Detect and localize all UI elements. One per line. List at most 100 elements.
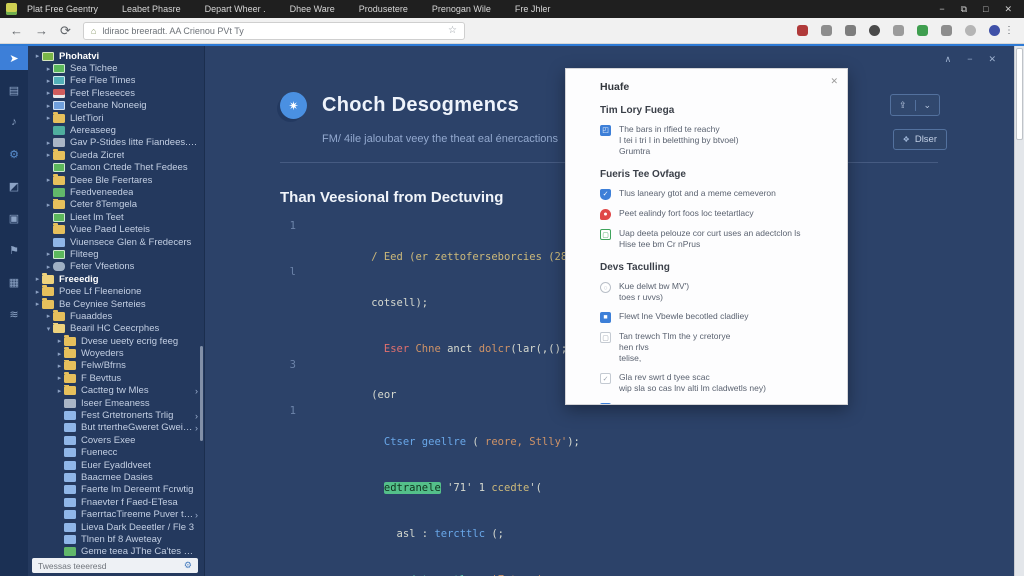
window-control-button[interactable]: − bbox=[939, 4, 944, 15]
window-control-button[interactable]: ✕ bbox=[1004, 4, 1012, 15]
activity-bar-icon[interactable]: ⚙ bbox=[0, 142, 28, 166]
tree-item[interactable]: ▸ Ceebane Noneeig bbox=[28, 100, 204, 112]
tree-item[interactable]: Vuee Paed Leeteis bbox=[28, 223, 204, 235]
closer-button[interactable]: ❖ Dlser bbox=[893, 129, 947, 150]
tree-item[interactable]: ▸ Fuaaddes bbox=[28, 310, 204, 322]
menubar-item[interactable]: Dhee Ware bbox=[290, 4, 335, 14]
popup-list-item[interactable]: ■ Flewt lne Vbewle becotled cladliey bbox=[600, 311, 833, 323]
popup-list-item[interactable]: ✓ Tlus laneary gtot and a meme cemeveron bbox=[600, 188, 833, 200]
tree-expand-arrow-icon[interactable]: ▸ bbox=[44, 65, 53, 73]
content-scrollbar[interactable] bbox=[1014, 46, 1024, 576]
activity-bar-icon[interactable]: ▦ bbox=[0, 270, 28, 294]
tree-expand-arrow-icon[interactable]: ▸ bbox=[44, 250, 53, 258]
tree-expand-arrow-icon[interactable]: ▸ bbox=[33, 52, 42, 60]
tree-item[interactable]: ▸ Felw/Bfrns bbox=[28, 360, 204, 372]
tree-scrollbar[interactable] bbox=[200, 346, 203, 441]
tree-item[interactable]: Faerte lm Dereemt Fcrwtig bbox=[28, 484, 204, 496]
tree-item[interactable]: ▸ Dvese ueety ecrig feeg bbox=[28, 335, 204, 347]
menubar-item[interactable]: Leabet Phasre bbox=[122, 4, 181, 14]
tree-expand-arrow-icon[interactable]: ▸ bbox=[44, 312, 53, 320]
tree-expand-arrow-icon[interactable]: ▸ bbox=[44, 114, 53, 122]
panel-control-icon[interactable]: − bbox=[967, 54, 972, 65]
tree-expand-arrow-icon[interactable]: ▸ bbox=[44, 102, 53, 110]
tree-expand-arrow-icon[interactable]: ▸ bbox=[55, 337, 64, 345]
browser-menu-icon[interactable]: ⋮ bbox=[1004, 25, 1014, 36]
tree-item[interactable]: Euer Eyadldveet bbox=[28, 459, 204, 471]
activity-bar-icon[interactable]: ⚑ bbox=[0, 238, 28, 262]
activity-bar-icon[interactable]: ▣ bbox=[0, 206, 28, 230]
content-scrollbar-thumb[interactable] bbox=[1016, 48, 1023, 140]
tree-item[interactable]: ▸ Freeedig bbox=[28, 273, 204, 285]
tree-item[interactable]: ▸ Gav P-Stides litte Fiandees.tns bbox=[28, 137, 204, 149]
tree-item[interactable]: ▸ Cueda Zicret bbox=[28, 149, 204, 161]
tree-item[interactable]: ▸ Be Ceyniee Serteies bbox=[28, 298, 204, 310]
tree-item[interactable]: Covers Exee bbox=[28, 434, 204, 446]
tree-expand-arrow-icon[interactable]: ▸ bbox=[55, 374, 64, 382]
window-control-button[interactable]: □ bbox=[983, 4, 988, 15]
activity-bar-icon[interactable]: ≋ bbox=[0, 302, 28, 326]
menubar-item[interactable]: Produsetere bbox=[359, 4, 408, 14]
tree-item[interactable]: Lieet lm Teet bbox=[28, 211, 204, 223]
tree-item[interactable]: Iseer Emeaness bbox=[28, 397, 204, 409]
popup-list-item[interactable]: ▢ Uap deeta pelouze cor curt uses an ade… bbox=[600, 228, 833, 250]
tree-item[interactable]: ▸ Deee Ble Feertares bbox=[28, 174, 204, 186]
tree-item[interactable]: Geme teea JThe Ca'tes Milew-Lf trretw bbox=[28, 546, 204, 558]
url-text[interactable]: ldiraoc breeradt. AA Crienou PVt Ty bbox=[102, 26, 448, 36]
tree-item[interactable]: ▸ Feet Fleseeces bbox=[28, 87, 204, 99]
tree-item[interactable]: ▸ Phohatvi bbox=[28, 50, 204, 62]
forward-button[interactable]: → bbox=[35, 24, 48, 37]
tree-item[interactable]: ▸ Fee Flee Times bbox=[28, 75, 204, 87]
popup-list-item[interactable]: ▢ Tan trewch Tlm the y cretoryehen rlvst… bbox=[600, 331, 833, 364]
share-icon[interactable]: ⇪ bbox=[891, 100, 915, 111]
tree-expand-arrow-icon[interactable]: ▸ bbox=[44, 77, 53, 85]
tree-item[interactable]: Lieva Dark Deeetler / Fle 3 bbox=[28, 521, 204, 533]
tree-expand-arrow-icon[interactable]: ▸ bbox=[33, 288, 42, 296]
tree-item[interactable]: ▸ F Bevttus bbox=[28, 372, 204, 384]
menubar-item[interactable]: Prenogan Wile bbox=[432, 4, 491, 14]
tree-item[interactable]: FaerrtacTireeme Puver toly › bbox=[28, 508, 204, 520]
tree-expand-arrow-icon[interactable]: ▸ bbox=[44, 176, 53, 184]
popup-list-item[interactable]: ✓ Fbn lsete cortell, aob'te Cere ln srv … bbox=[600, 402, 833, 405]
tree-item[interactable]: Feedveneedea bbox=[28, 186, 204, 198]
tree-item[interactable]: ▸ Fliteeg bbox=[28, 248, 204, 260]
tree-settings-gear-icon[interactable]: ⚙ bbox=[184, 560, 192, 571]
menubar-item[interactable]: Fre Jhler bbox=[515, 4, 551, 14]
back-button[interactable]: ← bbox=[10, 24, 23, 37]
tree-item[interactable]: ▸ Sea Tichee bbox=[28, 62, 204, 74]
tree-expand-arrow-icon[interactable]: ▸ bbox=[44, 139, 53, 147]
tree-item[interactable]: ▸ LletTiori bbox=[28, 112, 204, 124]
tree-expand-arrow-icon[interactable]: ▸ bbox=[33, 300, 42, 308]
tree-expand-arrow-icon[interactable]: ▸ bbox=[44, 263, 53, 271]
tree-item[interactable]: ▾ Bearil HC Ceecrphes bbox=[28, 323, 204, 335]
tree-expand-arrow-icon[interactable]: ▸ bbox=[55, 362, 64, 370]
tree-expand-arrow-icon[interactable]: ▾ bbox=[44, 325, 53, 333]
menubar-item[interactable]: Depart Wheer . bbox=[205, 4, 266, 14]
popup-list-item[interactable]: ◰ The bars in rlfied te reachyI tei i tr… bbox=[600, 124, 833, 157]
panel-control-icon[interactable]: ∧ bbox=[945, 54, 952, 65]
menubar-item[interactable]: Plat Free Geentry bbox=[27, 4, 98, 14]
tree-item[interactable]: Fest Grtetronerts Trlig › bbox=[28, 409, 204, 421]
panel-control-icon[interactable]: ✕ bbox=[988, 54, 996, 65]
share-split-button[interactable]: ⇪ ⌄ bbox=[890, 94, 940, 116]
tree-item[interactable]: But trtertheGweret Gweines › bbox=[28, 422, 204, 434]
activity-bar-icon[interactable]: ➤ bbox=[0, 46, 28, 70]
tree-expand-arrow-icon[interactable]: ▸ bbox=[33, 275, 42, 283]
tree-expand-arrow-icon[interactable]: ▸ bbox=[44, 201, 53, 209]
tree-item[interactable]: Fnaevter f Faed-ETesa bbox=[28, 496, 204, 508]
popup-close-icon[interactable]: ✕ bbox=[830, 76, 838, 87]
popup-list-item[interactable]: ● Peet ealindy fort foos loc teetartlacy bbox=[600, 208, 833, 220]
activity-bar-icon[interactable]: ◩ bbox=[0, 174, 28, 198]
activity-bar-icon[interactable]: ▤ bbox=[0, 78, 28, 102]
tree-item[interactable]: ▸ Poee Lf Fleeneione bbox=[28, 285, 204, 297]
tree-item[interactable]: Fuenecc bbox=[28, 447, 204, 459]
tree-item[interactable]: Tlnen bf 8 Aweteay bbox=[28, 533, 204, 545]
address-bar[interactable]: ⌂ ldiraoc breeradt. AA Crienou PVt Ty ☆ bbox=[83, 22, 465, 40]
chevron-down-icon[interactable]: ⌄ bbox=[915, 100, 940, 111]
bookmark-star-icon[interactable]: ☆ bbox=[448, 25, 457, 36]
window-control-button[interactable]: ⧉ bbox=[961, 4, 967, 15]
refresh-button[interactable]: ⟳ bbox=[60, 24, 71, 37]
tree-expand-arrow-icon[interactable]: ▸ bbox=[55, 350, 64, 358]
popup-list-item[interactable]: ✓ Gla rev swrt d tyee scacwip sla so cas… bbox=[600, 372, 833, 394]
popup-list-item[interactable]: ○ Kue delwt bw MV')toes r uvvs) bbox=[600, 281, 833, 303]
tree-item[interactable]: ▸ Feter Vfeetions bbox=[28, 261, 204, 273]
